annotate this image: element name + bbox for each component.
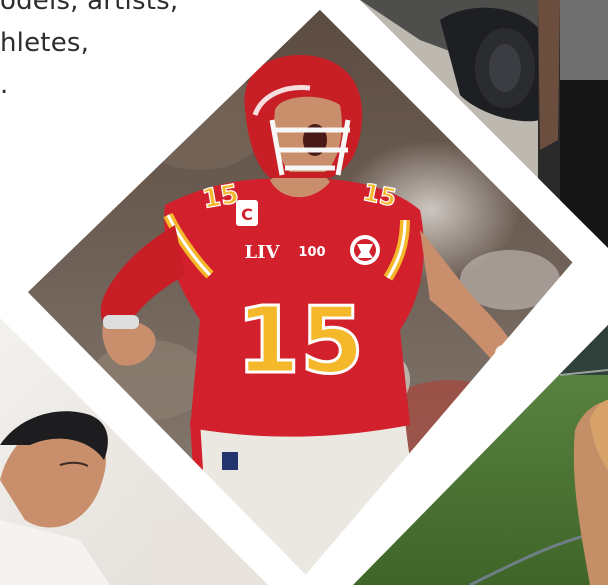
photo-collage: 15 15 15 C LIV 100 <box>0 0 608 585</box>
shoulder-number-left: 15 <box>200 179 241 215</box>
superbowl-patch: LIV <box>244 242 280 263</box>
collage-stage: odels, artists, hletes, . 15 15 15 C LIV… <box>0 0 608 585</box>
jersey-number: 15 <box>236 287 364 394</box>
nfl-pants-logo <box>222 452 238 470</box>
nfl-100-patch: 100 <box>298 245 325 260</box>
captain-patch-letter: C <box>241 205 253 224</box>
